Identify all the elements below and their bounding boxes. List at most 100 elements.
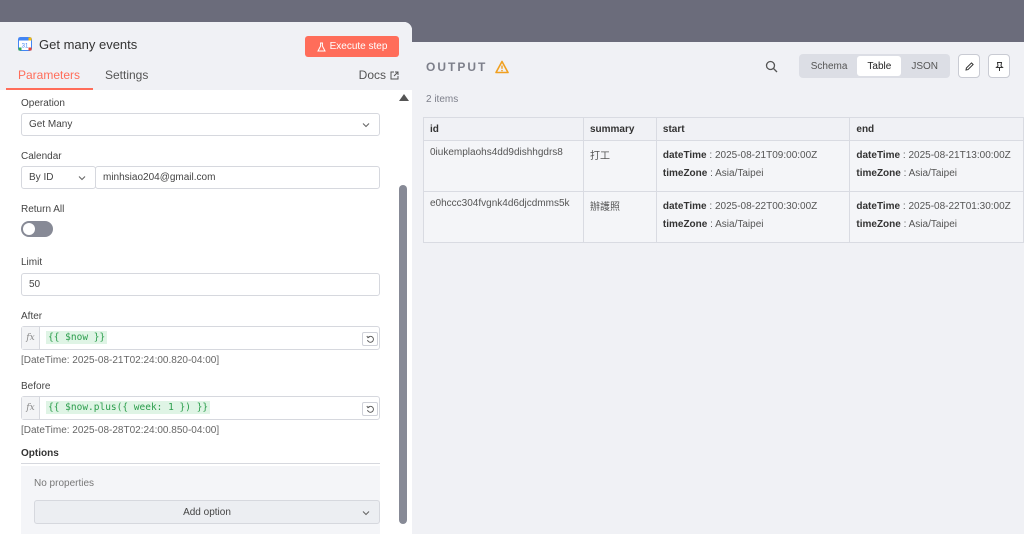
column-header-id[interactable]: id bbox=[423, 117, 584, 141]
pin-data-button[interactable] bbox=[988, 54, 1010, 78]
column-header-start[interactable]: start bbox=[655, 117, 851, 141]
cell-start[interactable]: dateTime : 2025-08-21T09:00:00Z timeZone… bbox=[655, 140, 851, 192]
column-header-end[interactable]: end bbox=[849, 117, 1024, 141]
chevron-down-icon bbox=[78, 176, 86, 181]
warning-icon[interactable] bbox=[495, 60, 510, 74]
cell-summary[interactable]: 打工 bbox=[582, 140, 657, 192]
cell-end[interactable]: dateTime : 2025-08-21T13:00:00Z timeZone… bbox=[849, 140, 1024, 192]
scrollbar[interactable] bbox=[397, 92, 409, 534]
cell-id[interactable]: e0hccc304fvgnk4d6djcdmms5k bbox=[423, 191, 584, 243]
options-divider bbox=[21, 463, 380, 464]
view-table-tab[interactable]: Table bbox=[857, 56, 902, 76]
pencil-icon bbox=[964, 61, 974, 71]
pin-icon bbox=[994, 61, 1004, 71]
start-timezone-value: Asia/Taipei bbox=[715, 219, 764, 230]
no-properties-text: No properties bbox=[34, 478, 95, 489]
add-option-label: Add option bbox=[183, 506, 231, 518]
cell-id[interactable]: 0iukemplaohs4dd9dishhgdrs8 bbox=[423, 140, 584, 192]
reset-expression-button[interactable] bbox=[362, 332, 378, 346]
view-json-tab[interactable]: JSON bbox=[901, 56, 948, 76]
key-datetime: dateTime bbox=[856, 201, 901, 212]
column-header-summary[interactable]: summary bbox=[582, 117, 657, 141]
key-timezone: timeZone bbox=[856, 168, 901, 179]
execute-step-label: Execute step bbox=[329, 41, 388, 52]
limit-value: 50 bbox=[29, 279, 41, 290]
key-datetime: dateTime bbox=[662, 201, 707, 212]
key-datetime: dateTime bbox=[856, 150, 901, 161]
kv-separator: : bbox=[707, 168, 716, 179]
end-timezone-value: Asia/Taipei bbox=[908, 219, 957, 230]
start-datetime-value: 2025-08-22T00:30:00Z bbox=[714, 201, 818, 212]
kv-separator: : bbox=[706, 150, 715, 161]
limit-label: Limit bbox=[21, 257, 43, 268]
node-title[interactable]: Get many events bbox=[39, 37, 137, 52]
output-panel: OUTPUT 2 items Schema Table JSON id summ… bbox=[392, 42, 1024, 534]
kv-separator: : bbox=[706, 201, 715, 212]
limit-input[interactable]: 50 bbox=[21, 273, 380, 296]
key-timezone: timeZone bbox=[662, 168, 708, 179]
calendar-label: Calendar bbox=[21, 151, 62, 162]
view-switcher: Schema Table JSON bbox=[798, 54, 950, 78]
table-row: 0iukemplaohs4dd9dishhgdrs8 打工 dateTime :… bbox=[423, 140, 1024, 192]
key-timezone: timeZone bbox=[662, 219, 708, 230]
output-table: id summary start end 0iukemplaohs4dd9dis… bbox=[423, 117, 1024, 243]
tab-parameters[interactable]: Parameters bbox=[18, 68, 80, 82]
operation-value: Get Many bbox=[29, 119, 73, 130]
parameters-panel: 31 Get many events Execute step Paramete… bbox=[0, 22, 412, 534]
cell-summary[interactable]: 辦護照 bbox=[582, 191, 657, 243]
flask-icon bbox=[316, 42, 326, 51]
output-header: OUTPUT bbox=[426, 60, 510, 74]
output-title: OUTPUT bbox=[426, 60, 488, 74]
scrollbar-thumb[interactable] bbox=[399, 185, 407, 524]
execute-step-button[interactable]: Execute step bbox=[305, 36, 399, 57]
table-row: e0hccc304fvgnk4d6djcdmms5k 辦護照 dateTime … bbox=[423, 191, 1024, 243]
cell-start[interactable]: dateTime : 2025-08-22T00:30:00Z timeZone… bbox=[655, 191, 851, 243]
search-icon bbox=[766, 60, 778, 72]
before-label: Before bbox=[21, 381, 51, 392]
return-all-toggle[interactable] bbox=[21, 221, 53, 237]
external-link-icon bbox=[390, 71, 399, 79]
docs-label: Docs bbox=[358, 68, 386, 82]
options-label: Options bbox=[21, 448, 59, 459]
edit-output-button[interactable] bbox=[958, 54, 980, 78]
fx-icon: fx bbox=[22, 397, 40, 419]
calendar-mode-select[interactable]: By ID bbox=[21, 166, 96, 189]
panel-tabs: Parameters Settings Docs bbox=[0, 66, 412, 90]
before-expression: {{ $now.plus({ week: 1 }) }} bbox=[46, 401, 211, 414]
toggle-knob bbox=[23, 223, 35, 235]
cell-end[interactable]: dateTime : 2025-08-22T01:30:00Z timeZone… bbox=[849, 191, 1024, 243]
table-header-row: id summary start end bbox=[423, 117, 1024, 141]
google-calendar-icon: 31 bbox=[18, 37, 32, 51]
end-datetime-value: 2025-08-21T13:00:00Z bbox=[908, 150, 1011, 161]
chevron-down-icon bbox=[362, 511, 370, 516]
fx-icon: fx bbox=[22, 327, 40, 349]
after-expression-input[interactable]: fx {{ $now }} bbox=[21, 326, 380, 350]
calendar-id-input[interactable]: minhsiao204@gmail.com bbox=[95, 166, 380, 189]
return-all-label: Return All bbox=[21, 204, 65, 215]
options-container: No properties Add option bbox=[21, 466, 380, 534]
view-schema-tab[interactable]: Schema bbox=[801, 56, 858, 76]
output-toolbar: Schema Table JSON bbox=[761, 54, 1010, 78]
reset-expression-button[interactable] bbox=[362, 402, 378, 416]
kv-separator: : bbox=[900, 168, 909, 179]
calendar-mode-value: By ID bbox=[29, 172, 54, 183]
items-count: 2 items bbox=[426, 94, 459, 105]
docs-link[interactable]: Docs bbox=[359, 68, 399, 82]
kv-separator: : bbox=[900, 219, 909, 230]
before-resolved-hint: [DateTime: 2025-08-28T02:24:00.850-04:00… bbox=[21, 425, 220, 436]
search-button[interactable] bbox=[761, 54, 783, 78]
scroll-up-arrow-icon[interactable] bbox=[399, 94, 409, 101]
svg-text:31: 31 bbox=[22, 44, 29, 50]
tab-settings[interactable]: Settings bbox=[105, 68, 148, 82]
add-option-button[interactable]: Add option bbox=[34, 500, 380, 524]
after-expression: {{ $now }} bbox=[46, 331, 108, 344]
operation-label: Operation bbox=[21, 98, 65, 109]
start-datetime-value: 2025-08-21T09:00:00Z bbox=[714, 150, 818, 161]
after-resolved-hint: [DateTime: 2025-08-21T02:24:00.820-04:00… bbox=[21, 355, 220, 366]
before-expression-input[interactable]: fx {{ $now.plus({ week: 1 }) }} bbox=[21, 396, 380, 420]
kv-separator: : bbox=[707, 219, 716, 230]
key-datetime: dateTime bbox=[662, 150, 707, 161]
operation-select[interactable]: Get Many bbox=[21, 113, 380, 136]
undo-icon bbox=[366, 335, 374, 343]
end-datetime-value: 2025-08-22T01:30:00Z bbox=[908, 201, 1011, 212]
